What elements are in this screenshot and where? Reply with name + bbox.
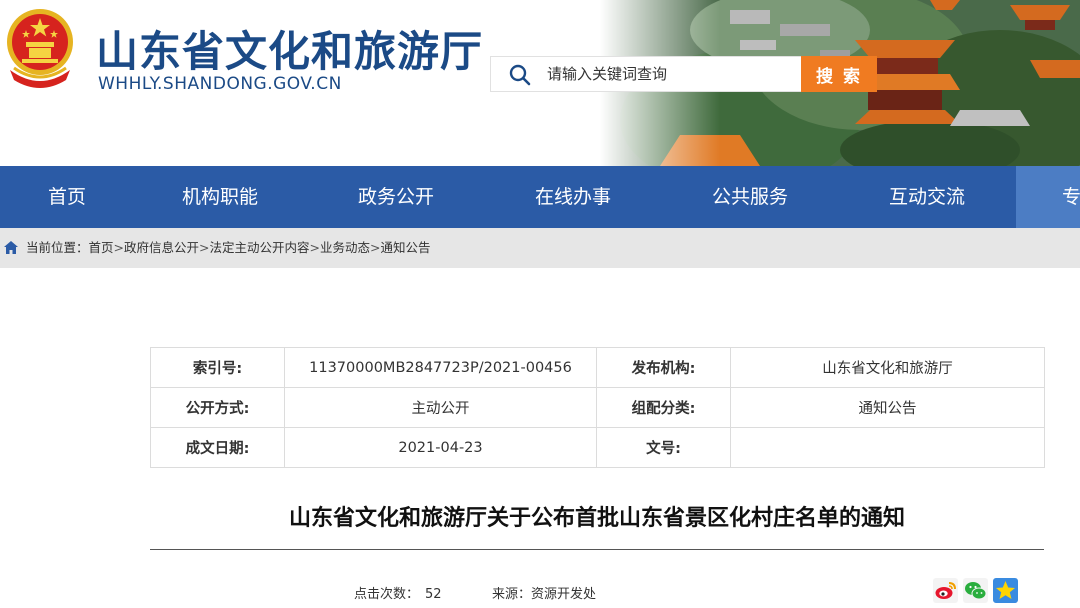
disclosure-label: 公开方式:: [150, 387, 285, 428]
wechat-icon[interactable]: [963, 578, 988, 603]
breadcrumb-separator: >: [370, 240, 381, 255]
search-input[interactable]: [547, 57, 797, 91]
publisher-value: 山东省文化和旅游厅: [730, 347, 1045, 388]
source: 来源：资源开发处: [492, 583, 596, 602]
breadcrumb-notices[interactable]: 通知公告: [381, 240, 431, 255]
docno-value: [730, 427, 1045, 468]
document-info-table: 索引号: 11370000MB2847723P/2021-00456 发布机构:…: [150, 347, 1045, 468]
breadcrumb-separator: >: [309, 240, 321, 255]
article-title: 山东省文化和旅游厅关于公布首批山东省景区化村庄名单的通知: [288, 506, 905, 531]
table-row: 索引号: 11370000MB2847723P/2021-00456 发布机构:…: [150, 347, 1045, 388]
source-label: 来源：: [492, 587, 532, 602]
nav-gov-affairs[interactable]: 政务公开: [336, 166, 456, 228]
breadcrumb-gov-info[interactable]: 政府信息公开: [124, 240, 199, 255]
search-box: 搜 索: [490, 56, 877, 92]
nav-functions[interactable]: 机构职能: [160, 166, 280, 228]
site-url: WHHLY.SHANDONG.GOV.CN: [98, 74, 342, 94]
view-count-label: 点击次数：: [354, 587, 420, 602]
home-icon: [4, 241, 18, 254]
breadcrumb-trail: 当前位置：首页>政府信息公开>法定主动公开内容>业务动态>通知公告: [26, 228, 431, 268]
docno-label: 文号:: [596, 427, 731, 468]
breadcrumb-prefix: 当前位置：: [26, 240, 89, 255]
source-value: 资源开发处: [531, 587, 597, 602]
nav-special[interactable]: 专: [1016, 166, 1080, 228]
table-row: 公开方式: 主动公开 组配分类: 通知公告: [150, 387, 1045, 428]
index-label: 索引号:: [150, 347, 285, 388]
view-count-value: 52: [425, 587, 442, 602]
site-title[interactable]: 山东省文化和旅游厅: [96, 18, 483, 79]
qzone-icon[interactable]: [993, 578, 1018, 603]
nav-public-service[interactable]: 公共服务: [690, 166, 810, 228]
nav-home[interactable]: 首页: [20, 166, 114, 228]
publisher-label: 发布机构:: [596, 347, 731, 388]
date-value: 2021-04-23: [284, 427, 597, 468]
table-row: 成文日期: 2021-04-23 文号:: [150, 427, 1045, 468]
site-header: 山东省文化和旅游厅 WHHLY.SHANDONG.GOV.CN 请输入关键词查询…: [0, 0, 1080, 166]
breadcrumb-separator: >: [113, 240, 125, 255]
search-button[interactable]: 搜 索: [801, 56, 877, 92]
national-emblem-logo[interactable]: [4, 6, 76, 92]
nav-interaction[interactable]: 互动交流: [867, 166, 987, 228]
index-value: 11370000MB2847723P/2021-00456: [284, 347, 597, 388]
title-divider: [150, 549, 1044, 550]
breadcrumb-home[interactable]: 首页: [89, 240, 114, 255]
date-label: 成文日期:: [150, 427, 285, 468]
breadcrumb-business[interactable]: 业务动态: [320, 240, 370, 255]
disclosure-value: 主动公开: [284, 387, 597, 428]
breadcrumb-separator: >: [199, 240, 210, 255]
breadcrumb: 当前位置：首页>政府信息公开>法定主动公开内容>业务动态>通知公告: [0, 228, 1080, 268]
category-label: 组配分类:: [596, 387, 731, 428]
search-icon: [509, 64, 531, 86]
main-nav: 首页 机构职能 政务公开 在线办事 公共服务 互动交流 专: [0, 166, 1080, 228]
category-value: 通知公告: [730, 387, 1045, 428]
nav-online-service[interactable]: 在线办事: [513, 166, 633, 228]
breadcrumb-statutory[interactable]: 法定主动公开内容: [210, 240, 310, 255]
weibo-icon[interactable]: [933, 578, 958, 603]
view-count: 点击次数： 52: [354, 583, 442, 602]
